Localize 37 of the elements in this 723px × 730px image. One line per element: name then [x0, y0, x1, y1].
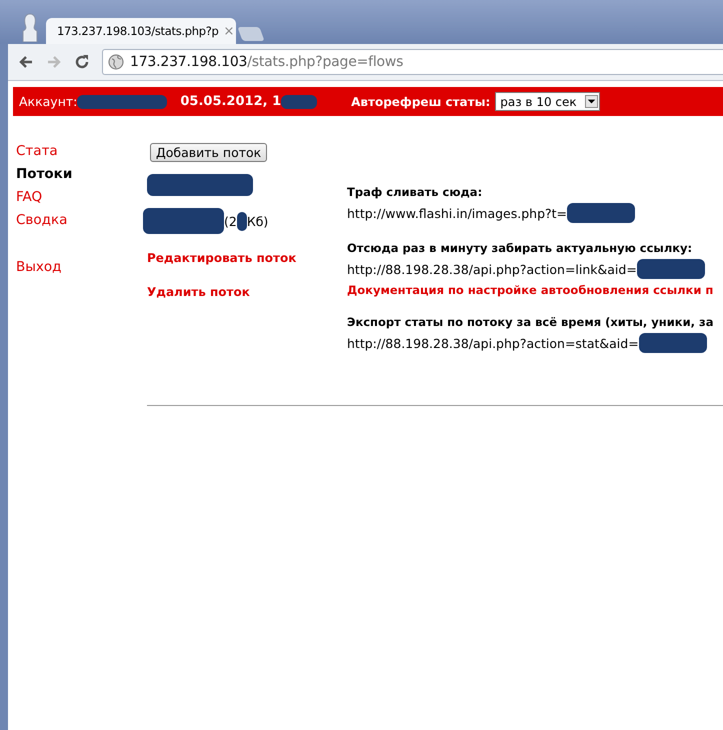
redaction-mark [638, 333, 707, 353]
autorefresh-label: Авторефреш статы: [351, 94, 490, 108]
address-bar[interactable]: 173.237.198.103/stats.php?page=flows [102, 49, 723, 75]
tab-title: 173.237.198.103/stats.php?p [57, 24, 219, 38]
nav-link[interactable]: Сводка [16, 212, 147, 229]
globe-icon [108, 54, 124, 70]
redaction-mark [281, 94, 318, 108]
close-icon[interactable]: × [224, 24, 234, 38]
add-flow-button[interactable]: Добавить поток [150, 143, 268, 162]
redaction-mark [236, 212, 247, 230]
documentation-link[interactable]: Документация по настройке автообновления ссылки п [347, 283, 714, 297]
dropdown-icon [584, 95, 598, 108]
back-icon[interactable] [18, 54, 34, 70]
nav-link[interactable]: Потоки [16, 166, 147, 183]
url-text: http://88.198.28.38/api.php?action=link&aid= [347, 262, 637, 276]
account-label: Аккаунт: [19, 94, 78, 109]
size-text: Кб) [246, 214, 268, 228]
nav-link[interactable]: Выход [16, 259, 147, 276]
section-title: Экспорт статы по потоку за всё время (хиты, уники, за [347, 315, 714, 329]
edit-flow-link[interactable]: Редактировать поток [147, 251, 296, 265]
url-text: http://www.flashi.in/images.php?t= [347, 206, 568, 220]
delete-flow-link[interactable]: Удалить поток [147, 285, 250, 299]
new-tab-button[interactable] [237, 27, 265, 41]
section-title: Отсюда раз в минуту забирать актуальную ссылку: [347, 241, 694, 255]
url-text: http://88.198.28.38/api.php?action=stat&aid= [347, 336, 639, 350]
browser-tab[interactable]: 173.237.198.103/stats.php?p × [46, 18, 236, 44]
size-text: (2 [224, 214, 237, 228]
nav-link[interactable]: FAQ [16, 189, 147, 206]
date-text: 05.05.2012, 1 [180, 94, 282, 109]
reload-icon[interactable] [74, 54, 90, 70]
forward-icon[interactable] [46, 54, 62, 70]
redaction-mark [636, 259, 705, 279]
autorefresh-select[interactable]: раз в 10 сек [495, 92, 600, 111]
nav-link[interactable]: Стата [16, 143, 147, 160]
section-title: Траф сливать сюда: [347, 185, 484, 199]
redaction-mark [567, 203, 636, 223]
address-text: 173.237.198.103/stats.php?page=flows [130, 54, 404, 70]
